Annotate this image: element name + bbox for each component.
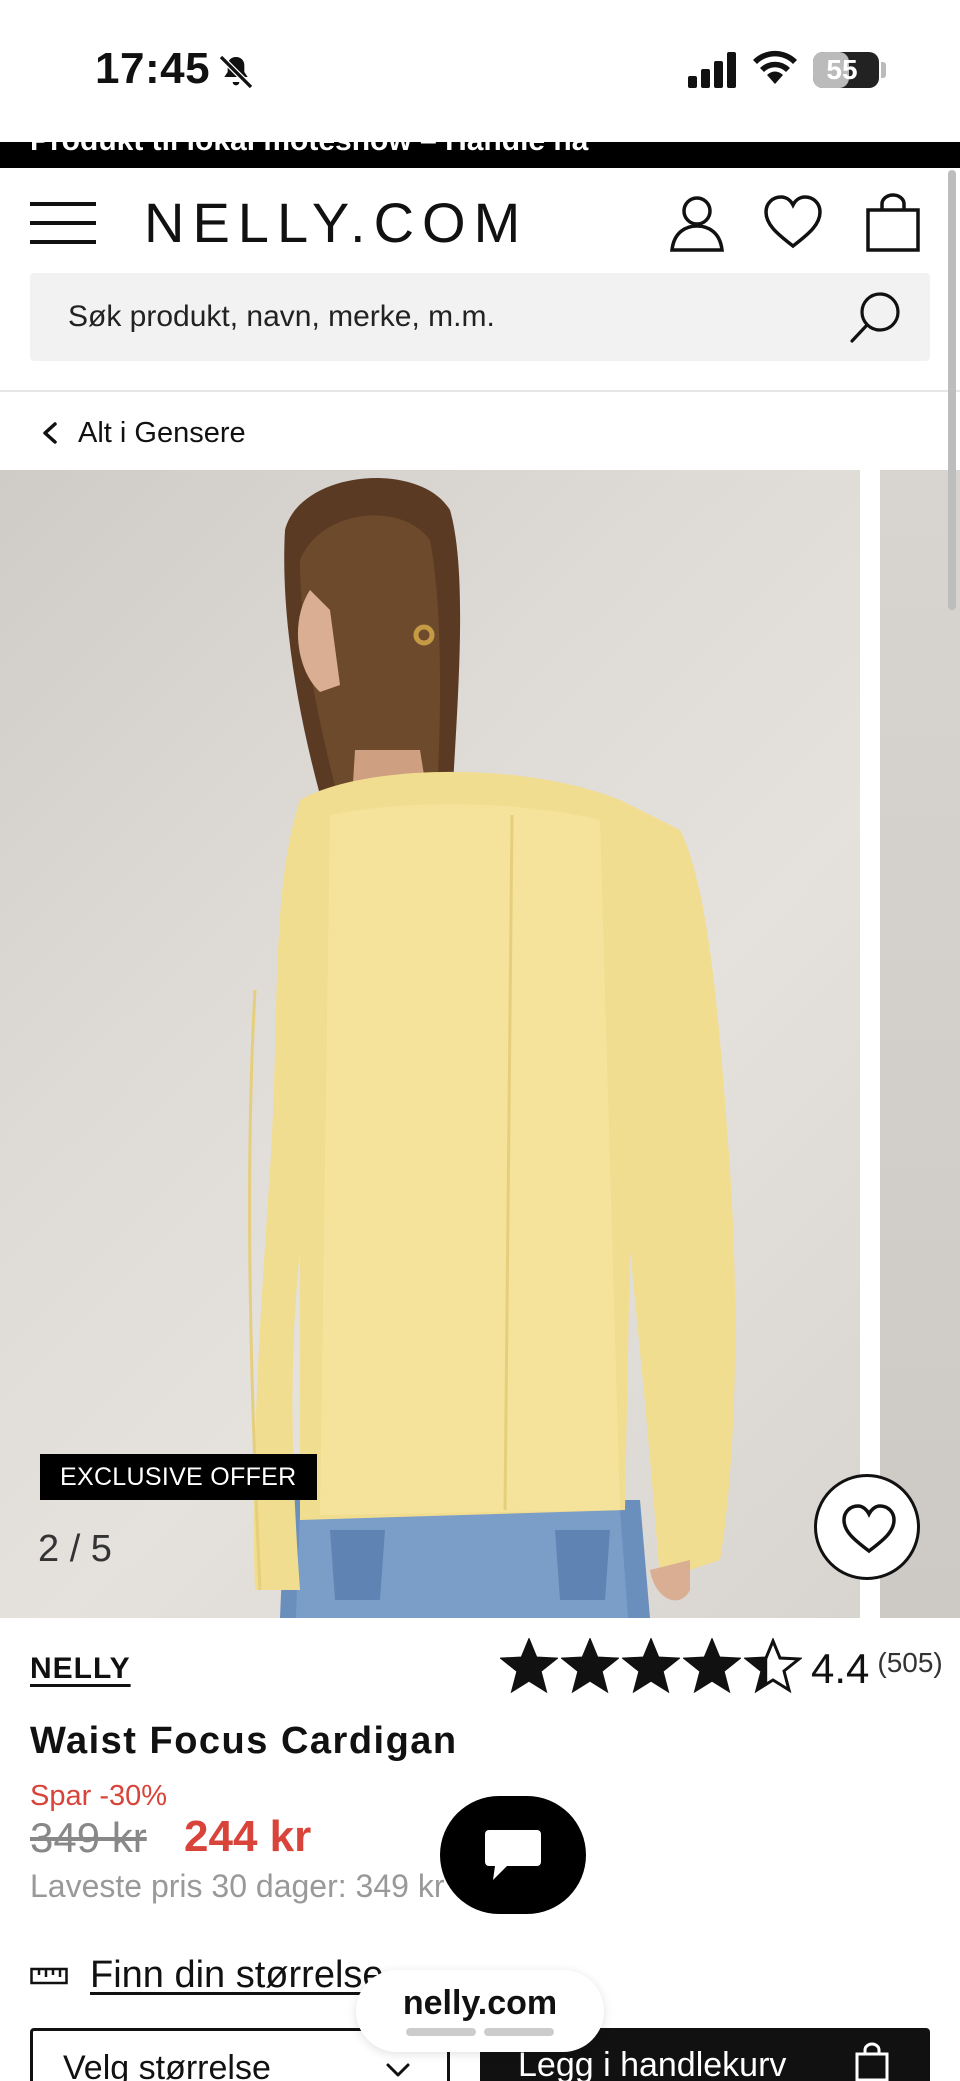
- promo-text: Produkt til lokal moteshow – Handle nå: [30, 142, 588, 158]
- battery-nub: [881, 62, 886, 78]
- star-icon: [742, 1637, 804, 1694]
- account-icon[interactable]: [666, 192, 728, 254]
- image-counter: 2 / 5: [38, 1528, 112, 1570]
- browser-url-bar[interactable]: nelly.com: [356, 1970, 604, 2052]
- star-icon: [559, 1637, 621, 1694]
- product-photo[interactable]: EXCLUSIVE OFFER 2 / 5: [0, 470, 860, 1618]
- product-gallery[interactable]: EXCLUSIVE OFFER 2 / 5: [0, 470, 960, 1618]
- menu-button[interactable]: [30, 198, 96, 248]
- browser-url: nelly.com: [402, 1984, 558, 2022]
- original-price: 349 kr: [30, 1814, 147, 1861]
- discount-label: Spar -30%: [30, 1780, 168, 1812]
- sale-price: 244 kr: [184, 1812, 312, 1861]
- star-icon: [681, 1637, 743, 1694]
- wishlist-heart-icon[interactable]: [762, 192, 824, 254]
- chat-bubble-icon: [485, 1830, 541, 1880]
- rating-value: 4.4: [811, 1644, 870, 1692]
- breadcrumb[interactable]: Alt i Gensere: [36, 406, 246, 460]
- ruler-icon: [30, 1967, 68, 1984]
- brand-link[interactable]: NELLY: [30, 1652, 131, 1686]
- site-header: NELLY.COM Søk produkt, navn, merke, m.m.: [0, 168, 960, 392]
- cellular-signal-icon: [688, 52, 736, 88]
- chevron-down-icon: [386, 2063, 410, 2077]
- chat-button[interactable]: [440, 1796, 586, 1914]
- page-scrollbar[interactable]: [948, 170, 956, 610]
- size-guide-link[interactable]: Finn din størrelse: [30, 1954, 384, 1997]
- search-input[interactable]: Søk produkt, navn, merke, m.m.: [30, 273, 930, 361]
- shopping-bag-icon[interactable]: [862, 192, 924, 254]
- rating-stars: [498, 1637, 805, 1699]
- menu-icon-bar: [30, 240, 96, 244]
- wifi-icon: [753, 50, 797, 84]
- shopping-bag-icon: [855, 2042, 889, 2081]
- site-logo[interactable]: NELLY.COM: [144, 190, 528, 255]
- menu-icon-bar: [30, 221, 96, 225]
- url-bar-handle: [484, 2028, 554, 2036]
- chevron-left-icon: [43, 422, 57, 444]
- next-product-photo[interactable]: [880, 470, 960, 1618]
- url-bar-handle: [406, 2028, 476, 2036]
- size-guide-label: Finn din størrelse: [90, 1954, 384, 1996]
- model-illustration: [248, 477, 736, 1618]
- status-bar: 17:45 55: [0, 0, 960, 142]
- search-placeholder: Søk produkt, navn, merke, m.m.: [68, 300, 495, 333]
- star-icon: [498, 1637, 560, 1694]
- bell-muted-icon: [218, 54, 254, 90]
- menu-icon: [30, 202, 96, 206]
- product-rating[interactable]: 4.4 (505): [498, 1637, 943, 1699]
- exclusive-offer-badge: EXCLUSIVE OFFER: [40, 1454, 317, 1500]
- battery-icon: 55: [813, 52, 879, 88]
- breadcrumb-label: Alt i Gensere: [78, 416, 246, 449]
- lowest-price-note: Laveste pris 30 dager: 349 kr: [30, 1868, 445, 1904]
- product-title: Waist Focus Cardigan: [30, 1720, 458, 1762]
- size-select-label: Velg størrelse: [63, 2049, 271, 2081]
- add-to-favorites-button[interactable]: [814, 1474, 920, 1580]
- rating-count: (505): [877, 1646, 943, 1678]
- heart-icon: [842, 1504, 896, 1554]
- status-time: 17:45: [95, 44, 211, 93]
- promo-banner[interactable]: Produkt til lokal moteshow – Handle nå: [0, 142, 960, 168]
- star-icon: [620, 1637, 682, 1694]
- search-icon[interactable]: [846, 287, 906, 347]
- battery-level: 55: [826, 54, 858, 85]
